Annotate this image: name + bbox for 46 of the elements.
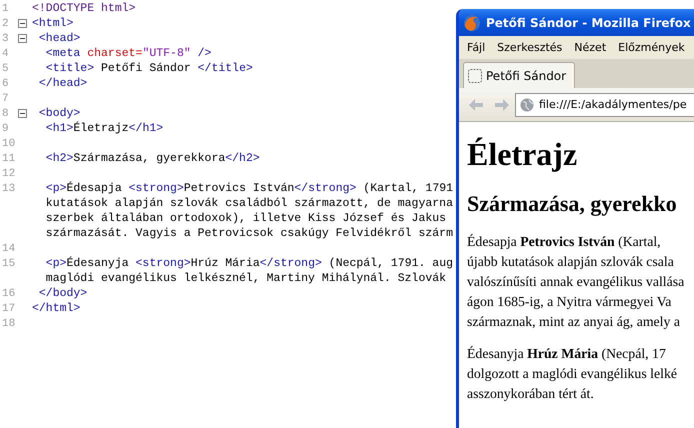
code-line: származását. Vagyis a Petrovicsok csakúgy Felvidékről szárm bbox=[44, 226, 454, 241]
code-line: <head> bbox=[38, 31, 80, 46]
menu-item[interactable]: Szerkesztés bbox=[497, 41, 562, 54]
line-number: 4 bbox=[1, 48, 10, 60]
line-number: 14 bbox=[1, 242, 16, 254]
line-number: 12 bbox=[1, 168, 16, 180]
code-line: kutatások alapján szlovák családból származott, de magyarna bbox=[44, 196, 454, 211]
code-line: <!DOCTYPE html> bbox=[32, 1, 136, 16]
line-number: 8 bbox=[1, 108, 10, 120]
line-number: 16 bbox=[1, 288, 16, 300]
menu-item[interactable]: Előzmények bbox=[618, 41, 685, 54]
code-line: <h2>Származása, gyerekkora</h2> bbox=[44, 151, 260, 166]
line-number: 1 bbox=[1, 2, 10, 14]
line-number: 17 bbox=[1, 302, 16, 314]
line-number: 10 bbox=[1, 138, 16, 150]
code-line: <body> bbox=[38, 106, 80, 121]
line-number: 18 bbox=[1, 318, 16, 330]
code-line: </head> bbox=[38, 76, 88, 91]
paragraph: Édesapja Petrovics István (Kartal, újabb kutatások alapján szlovák csala valószínűsíti annak evangélikus vallása ágon 1685-ig, a Nyitra vármegyei Va származnak, mint az anyai ág, amely a bbox=[467, 233, 686, 331]
browser-tab[interactable]: Petőfi Sándor bbox=[463, 62, 576, 88]
menu-item[interactable]: Nézet bbox=[574, 41, 606, 54]
code-line: szerbek általában ortodoxok), illetve Kiss József és Jakus bbox=[44, 211, 448, 226]
menu-item[interactable]: Fájl bbox=[467, 41, 486, 54]
code-line: maglódi evangélikus lelkésznél, Martiny Mihálynál. Szlovák bbox=[44, 271, 448, 286]
line-number: 9 bbox=[1, 122, 10, 134]
line-number: 15 bbox=[1, 258, 16, 270]
code-line: </body> bbox=[38, 286, 88, 301]
section-heading: Származása, gyerekko bbox=[467, 190, 678, 218]
line-number: 5 bbox=[1, 62, 10, 74]
code-line: <h1>Életrajz</h1> bbox=[44, 121, 164, 136]
line-number: 13 bbox=[1, 182, 16, 194]
paragraph: Édesanyja Hrúz Mária (Necpál, 17 dolgozott a maglódi evangélikus lelké asszonykorában tért át. bbox=[467, 345, 678, 403]
line-number: 2 bbox=[1, 18, 10, 30]
window-title: Petőfi Sándor - Mozilla Firefox bbox=[486, 16, 691, 30]
address-field[interactable]: file:///E:/akadálymentes/pe bbox=[515, 92, 694, 116]
code-line: <meta charset="UTF-8" /> bbox=[44, 46, 212, 61]
page-heading: Életrajz bbox=[467, 135, 578, 174]
line-number: 6 bbox=[1, 78, 10, 90]
code-line: </html> bbox=[32, 301, 80, 316]
code-line: <title> Petőfi Sándor </title> bbox=[44, 61, 253, 76]
code-line: <p>Édesanyja <strong>Hrúz Mária</strong> (Necpál, 1791. aug bbox=[44, 256, 454, 271]
code-line: <html> bbox=[32, 16, 74, 31]
line-number: 3 bbox=[1, 32, 10, 44]
line-number: 11 bbox=[1, 152, 16, 164]
code-line: <p>Édesapja <strong>Petrovics István</strong> (Kartal, 1791 bbox=[44, 181, 454, 196]
line-number: 7 bbox=[1, 92, 10, 104]
